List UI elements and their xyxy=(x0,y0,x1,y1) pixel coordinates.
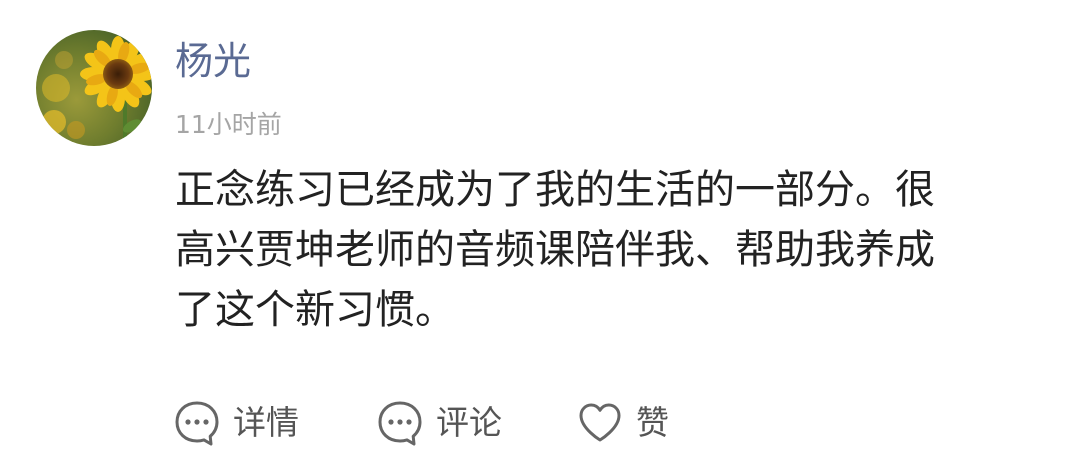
like-button[interactable]: 赞 xyxy=(576,395,669,451)
chat-bubble-icon xyxy=(376,399,424,447)
username[interactable]: 杨光 xyxy=(175,38,251,84)
comment-text-line: 正念练习已经成为了我的生活的一部分。很 xyxy=(175,167,935,213)
comment-label: 评论 xyxy=(436,403,502,442)
like-label: 赞 xyxy=(636,403,669,442)
avatar[interactable] xyxy=(36,30,152,146)
comment-text-line: 高兴贾坤老师的音频课陪伴我、帮助我养成 xyxy=(175,227,935,273)
sunflower-avatar-icon xyxy=(36,30,152,146)
timestamp: 11小时前 xyxy=(175,110,282,139)
comment-body: 正念练习已经成为了我的生活的一部分。很 高兴贾坤老师的音频课陪伴我、帮助我养成 … xyxy=(175,160,1015,340)
heart-icon xyxy=(576,399,624,447)
details-button[interactable]: 详情 xyxy=(173,395,299,451)
comment-text-line: 了这个新习惯。 xyxy=(175,287,455,333)
details-label: 详情 xyxy=(233,403,299,442)
comment-button[interactable]: 评论 xyxy=(376,395,502,451)
chat-bubble-icon xyxy=(173,399,221,447)
